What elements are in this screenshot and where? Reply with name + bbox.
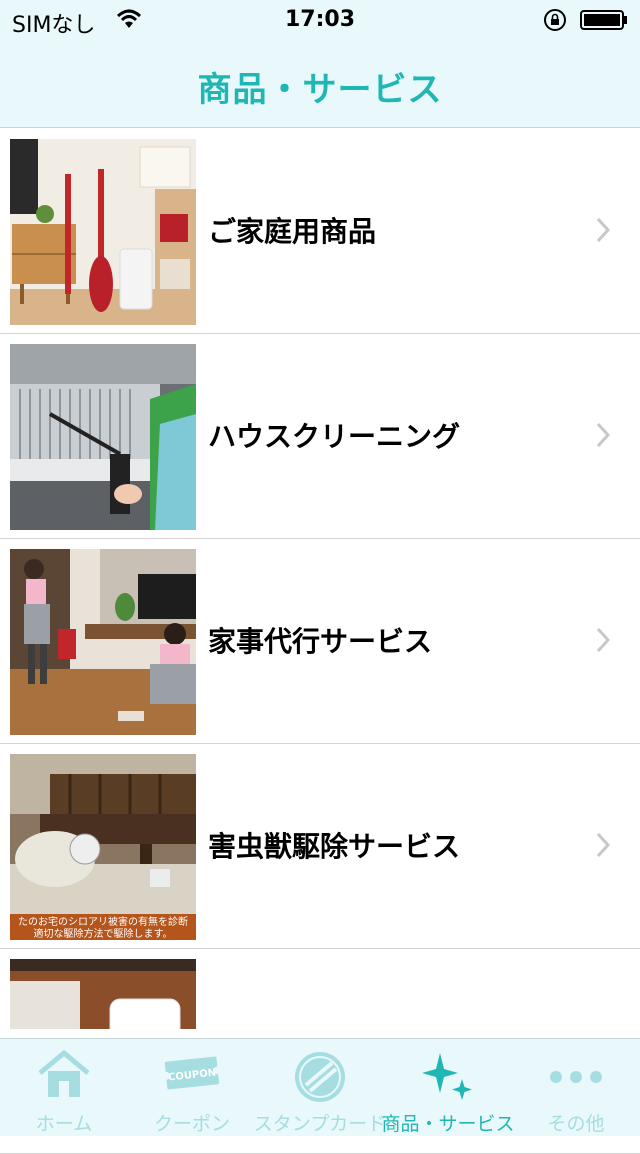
list-item-pest-control[interactable]: たのお宅のシロアリ被害の有無を診断 適切な駆除方法で駆除します。 害虫獣駆除サー… xyxy=(0,744,640,949)
list-item-label: ご家庭用商品 xyxy=(208,215,377,248)
tab-products-services[interactable]: 商品・サービス xyxy=(381,1039,515,1137)
thumbnail-caption-line-1: たのお宅のシロアリ被害の有無を診断 xyxy=(18,915,188,928)
chevron-right-icon xyxy=(596,217,610,243)
page-title: 商品・サービス xyxy=(197,70,443,110)
chevron-right-icon xyxy=(596,422,610,448)
house-cleaning-thumbnail xyxy=(10,344,196,530)
orientation-lock-icon xyxy=(543,8,567,32)
chevron-right-icon xyxy=(596,832,610,858)
coupon-icon: COUPON xyxy=(128,1049,256,1105)
tab-coupon[interactable]: COUPON クーポン xyxy=(128,1039,256,1137)
housekeeping-thumbnail xyxy=(10,549,196,735)
sparkle-icon xyxy=(384,1049,512,1105)
thumbnail-caption-line-2: 適切な駆除方法で駆除します。 xyxy=(34,927,173,940)
list-item-label: 害虫獣駆除サービス xyxy=(208,830,461,863)
list-item-label: ハウスクリーニング xyxy=(208,420,461,453)
stamp-card-icon xyxy=(256,1049,384,1105)
tab-stamp-card[interactable]: スタンプカード xyxy=(254,1039,386,1137)
tab-bar: ホーム COUPON クーポン スタンプカード 商品・サービス その他 xyxy=(0,1038,640,1136)
tab-other[interactable]: その他 xyxy=(512,1039,640,1137)
list-item-housekeeping[interactable]: 家事代行サービス xyxy=(0,539,640,744)
home-products-thumbnail xyxy=(10,139,196,325)
list-item-house-cleaning[interactable]: ハウスクリーニング xyxy=(0,334,640,539)
pest-control-thumbnail: たのお宅のシロアリ被害の有無を診断 適切な駆除方法で駆除します。 xyxy=(10,754,196,940)
list-item-label: 家事代行サービス xyxy=(208,625,433,658)
service-list: ご家庭用商品 ハウスクリーニング 家事代行サービス たのお宅のシロアリ被害の有無… xyxy=(0,129,640,1154)
chevron-right-icon xyxy=(596,627,610,653)
tab-label: その他 xyxy=(547,1113,605,1135)
navigation-bar: 商品・サービス xyxy=(0,40,640,128)
more-icon xyxy=(512,1049,640,1105)
home-icon xyxy=(0,1049,128,1105)
tab-home[interactable]: ホーム xyxy=(0,1039,128,1137)
list-item-home-products[interactable]: ご家庭用商品 xyxy=(0,129,640,334)
status-bar: SIMなし 17:03 xyxy=(0,0,640,40)
battery-icon xyxy=(580,10,628,30)
